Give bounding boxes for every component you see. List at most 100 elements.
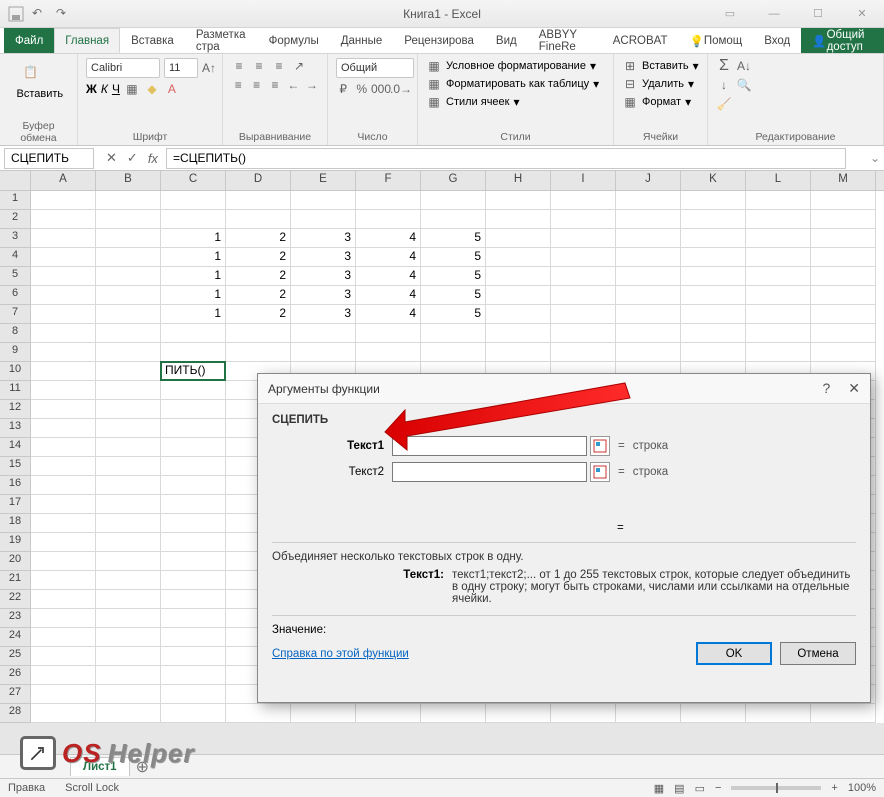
- cell[interactable]: [811, 191, 876, 210]
- cell[interactable]: [746, 210, 811, 229]
- cell[interactable]: [551, 229, 616, 248]
- cell[interactable]: [31, 666, 96, 685]
- cell[interactable]: 4: [356, 267, 421, 286]
- cell[interactable]: 1: [161, 305, 226, 324]
- cell[interactable]: [291, 210, 356, 229]
- cell[interactable]: [96, 400, 161, 419]
- cell[interactable]: [96, 590, 161, 609]
- cell[interactable]: [226, 210, 291, 229]
- ok-button[interactable]: OK: [696, 642, 772, 665]
- cell[interactable]: [31, 571, 96, 590]
- cell[interactable]: [31, 704, 96, 723]
- cell[interactable]: [421, 704, 486, 723]
- cell[interactable]: [96, 495, 161, 514]
- cell[interactable]: [356, 704, 421, 723]
- align-top-icon[interactable]: ≡: [231, 58, 247, 74]
- cell[interactable]: [421, 324, 486, 343]
- column-header[interactable]: C: [161, 171, 226, 190]
- zoom-value[interactable]: 100%: [848, 782, 876, 794]
- align-right-icon[interactable]: ≡: [268, 77, 282, 93]
- cell[interactable]: [161, 609, 226, 628]
- cell[interactable]: 5: [421, 229, 486, 248]
- cell[interactable]: [421, 191, 486, 210]
- tab-review[interactable]: Рецензирова: [393, 28, 485, 53]
- cell[interactable]: [291, 704, 356, 723]
- cell[interactable]: [31, 533, 96, 552]
- cell[interactable]: [356, 191, 421, 210]
- format-table-button[interactable]: ▦Форматировать как таблицу ▾: [426, 76, 605, 92]
- cell[interactable]: [811, 305, 876, 324]
- cell[interactable]: [681, 191, 746, 210]
- cell[interactable]: [616, 343, 681, 362]
- tab-formulas[interactable]: Формулы: [258, 28, 330, 53]
- cell[interactable]: [486, 229, 551, 248]
- cell[interactable]: [161, 552, 226, 571]
- cell[interactable]: 1: [161, 267, 226, 286]
- cell[interactable]: 3: [291, 286, 356, 305]
- cell[interactable]: [616, 305, 681, 324]
- cell[interactable]: [486, 191, 551, 210]
- row-header[interactable]: 11: [0, 381, 31, 400]
- row-header[interactable]: 4: [0, 248, 31, 267]
- cell[interactable]: [31, 343, 96, 362]
- cell[interactable]: [551, 305, 616, 324]
- cell[interactable]: [616, 267, 681, 286]
- row-header[interactable]: 23: [0, 609, 31, 628]
- cell[interactable]: [291, 343, 356, 362]
- currency-icon[interactable]: ₽: [336, 81, 351, 97]
- column-header[interactable]: D: [226, 171, 291, 190]
- cell[interactable]: [96, 286, 161, 305]
- cell[interactable]: [96, 476, 161, 495]
- enter-formula-icon[interactable]: ✓: [127, 150, 138, 166]
- cell[interactable]: [161, 590, 226, 609]
- login-link[interactable]: Вход: [753, 28, 801, 53]
- cell[interactable]: [486, 210, 551, 229]
- cell[interactable]: [681, 267, 746, 286]
- save-icon[interactable]: [8, 6, 24, 22]
- cell[interactable]: [31, 685, 96, 704]
- cell[interactable]: [486, 286, 551, 305]
- align-bot-icon[interactable]: ≡: [271, 58, 287, 74]
- cell[interactable]: [31, 267, 96, 286]
- indent-inc-icon[interactable]: →: [305, 77, 319, 93]
- cell[interactable]: [96, 191, 161, 210]
- cell[interactable]: [31, 514, 96, 533]
- underline-button[interactable]: Ч: [112, 82, 120, 96]
- cell[interactable]: 2: [226, 305, 291, 324]
- cell[interactable]: [811, 267, 876, 286]
- indent-dec-icon[interactable]: ←: [286, 77, 300, 93]
- row-header[interactable]: 19: [0, 533, 31, 552]
- cell[interactable]: [291, 324, 356, 343]
- column-header[interactable]: L: [746, 171, 811, 190]
- row-header[interactable]: 12: [0, 400, 31, 419]
- cell[interactable]: [681, 343, 746, 362]
- cell[interactable]: [746, 286, 811, 305]
- cell[interactable]: 2: [226, 267, 291, 286]
- cell[interactable]: [31, 438, 96, 457]
- cell[interactable]: 1: [161, 248, 226, 267]
- cell[interactable]: [161, 666, 226, 685]
- tab-view[interactable]: Вид: [485, 28, 528, 53]
- minimize-icon[interactable]: —: [752, 0, 796, 28]
- dialog-close-icon[interactable]: ✕: [848, 380, 860, 397]
- paste-button[interactable]: 📋 Вставить: [17, 58, 61, 118]
- cell[interactable]: [226, 191, 291, 210]
- cell[interactable]: [681, 229, 746, 248]
- cell[interactable]: [551, 248, 616, 267]
- orientation-icon[interactable]: ↗: [291, 58, 307, 74]
- cell[interactable]: [486, 248, 551, 267]
- cell[interactable]: [681, 210, 746, 229]
- row-header[interactable]: 15: [0, 457, 31, 476]
- ribbon-display-icon[interactable]: ▭: [708, 0, 752, 28]
- cell[interactable]: [96, 628, 161, 647]
- cell[interactable]: [31, 305, 96, 324]
- cell[interactable]: [161, 457, 226, 476]
- cell[interactable]: [161, 381, 226, 400]
- cell[interactable]: [31, 286, 96, 305]
- cell[interactable]: 5: [421, 305, 486, 324]
- cell[interactable]: [96, 457, 161, 476]
- cell[interactable]: 2: [226, 229, 291, 248]
- arg1-range-picker[interactable]: [590, 436, 610, 456]
- cell[interactable]: [96, 552, 161, 571]
- cell[interactable]: 3: [291, 267, 356, 286]
